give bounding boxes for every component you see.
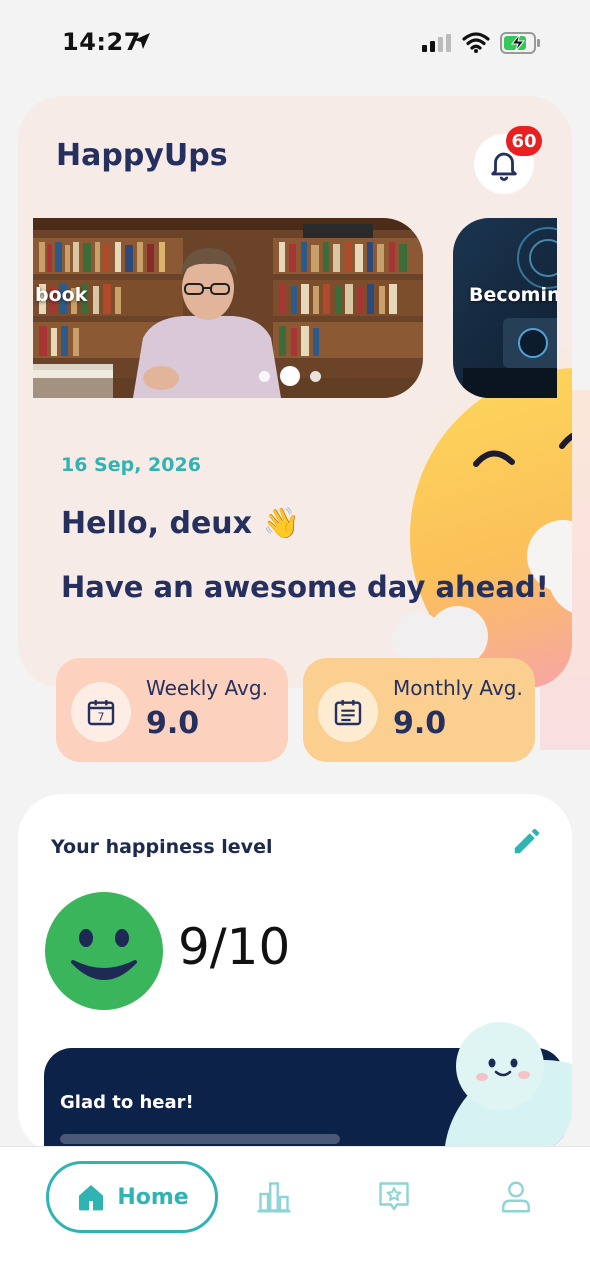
status-time: 14:27 bbox=[62, 28, 141, 56]
monthly-average-card[interactable]: Monthly Avg. 9.0 bbox=[303, 658, 535, 762]
weekly-average-card[interactable]: 7 Weekly Avg. 9.0 bbox=[56, 658, 288, 762]
calendar-week-icon: 7 bbox=[87, 700, 115, 726]
happiness-title: Your happiness level bbox=[51, 836, 273, 858]
carousel-pagination bbox=[259, 366, 321, 386]
calendar-month-icon bbox=[334, 700, 362, 726]
profile-icon bbox=[502, 1181, 530, 1213]
pencil-icon bbox=[514, 828, 540, 854]
carousel-dot[interactable] bbox=[259, 370, 270, 382]
wifi-icon bbox=[462, 32, 490, 53]
weekly-average-value: 9.0 bbox=[146, 706, 200, 741]
nav-statistics-button[interactable] bbox=[252, 1175, 296, 1219]
chart-icon bbox=[257, 1182, 291, 1213]
nav-profile-button[interactable] bbox=[494, 1175, 538, 1219]
nav-feedback-button[interactable] bbox=[372, 1175, 416, 1219]
home-icon bbox=[79, 1185, 104, 1211]
cellular-signal-icon bbox=[422, 34, 451, 52]
tech-scene-photo bbox=[453, 218, 557, 398]
happy-face-icon bbox=[45, 892, 163, 1010]
feedback-title: Glad to hear! bbox=[60, 1092, 194, 1113]
carousel-slide-becoming[interactable]: Becoming bbox=[453, 218, 557, 398]
star-chat-icon bbox=[379, 1182, 409, 1211]
carousel-dot[interactable] bbox=[310, 370, 321, 382]
feedback-text-placeholder bbox=[60, 1134, 340, 1144]
location-arrow-icon bbox=[134, 33, 150, 49]
status-bar: 14:27 bbox=[0, 0, 590, 88]
happiness-score: 9/10 bbox=[178, 918, 291, 976]
happiness-card: Your happiness level 9/10 Glad to hear! bbox=[18, 794, 572, 1154]
carousel-slide-book[interactable]: book bbox=[33, 218, 423, 398]
weekly-average-label: Weekly Avg. bbox=[146, 676, 268, 700]
notification-count-badge: 60 bbox=[506, 126, 542, 156]
carousel-slide-title: Becoming bbox=[469, 284, 557, 306]
battery-charging-icon bbox=[500, 32, 540, 54]
calendar-day-number: 7 bbox=[98, 711, 105, 724]
app-title: HappyUps bbox=[56, 138, 228, 173]
cloud-mascot-illustration bbox=[444, 1022, 572, 1154]
carousel-slide-title: book bbox=[35, 284, 88, 306]
bottom-navigation: Home bbox=[0, 1146, 590, 1279]
carousel-dot-active[interactable] bbox=[280, 366, 300, 386]
greeting-tagline: Have an awesome day ahead! bbox=[61, 570, 549, 604]
featured-carousel[interactable]: book Becomin bbox=[33, 218, 557, 398]
current-date: 16 Sep, 2026 bbox=[61, 454, 201, 476]
nav-home-label: Home bbox=[117, 1184, 189, 1210]
monthly-average-label: Monthly Avg. bbox=[393, 676, 523, 700]
hero-card: HappyUps book Becomin 16 Sep, 2026 Hello… bbox=[18, 96, 572, 688]
bookshop-author-photo bbox=[33, 218, 423, 398]
nav-home-button[interactable]: Home bbox=[46, 1161, 218, 1233]
weekly-icon-circle: 7 bbox=[71, 682, 131, 742]
monthly-icon-circle bbox=[318, 682, 378, 742]
greeting-hello: Hello, deux 👋 bbox=[61, 506, 300, 541]
monthly-average-value: 9.0 bbox=[393, 706, 447, 741]
edit-happiness-button[interactable] bbox=[508, 824, 544, 860]
